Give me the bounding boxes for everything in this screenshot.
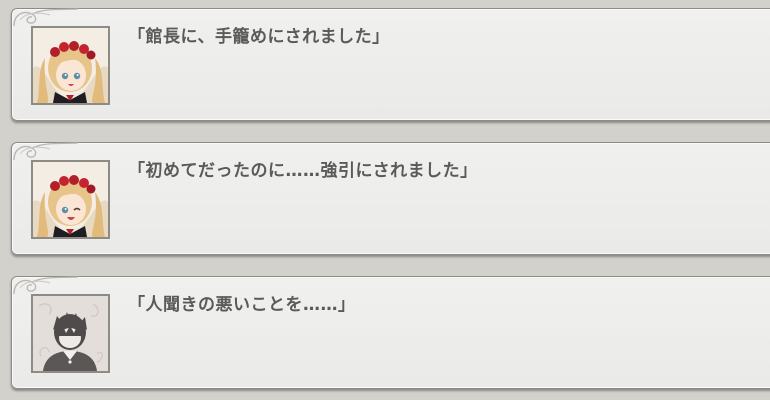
backlog-entry[interactable]: 「館長に、手籠めにされました」 bbox=[11, 8, 770, 121]
dialogue-text: 「館長に、手籠めにされました」 bbox=[128, 27, 390, 47]
dialogue-text: 「人聞きの悪いことを……」 bbox=[128, 295, 356, 315]
heroine-portrait-icon bbox=[33, 28, 108, 103]
heroine-portrait-icon bbox=[33, 162, 108, 237]
speaker-portrait bbox=[31, 26, 110, 105]
speaker-portrait bbox=[31, 294, 110, 373]
backlog-list: 「館長に、手籠めにされました」 「初めてだったのに……強引にされました」 「人聞… bbox=[0, 0, 770, 400]
speaker-portrait bbox=[31, 160, 110, 239]
backlog-entry[interactable]: 「初めてだったのに……強引にされました」 bbox=[11, 142, 770, 255]
backlog-entry[interactable]: 「人聞きの悪いことを……」 bbox=[11, 276, 770, 389]
dialogue-text: 「初めてだったのに……強引にされました」 bbox=[128, 161, 478, 181]
protagonist-silhouette-icon bbox=[33, 296, 108, 371]
